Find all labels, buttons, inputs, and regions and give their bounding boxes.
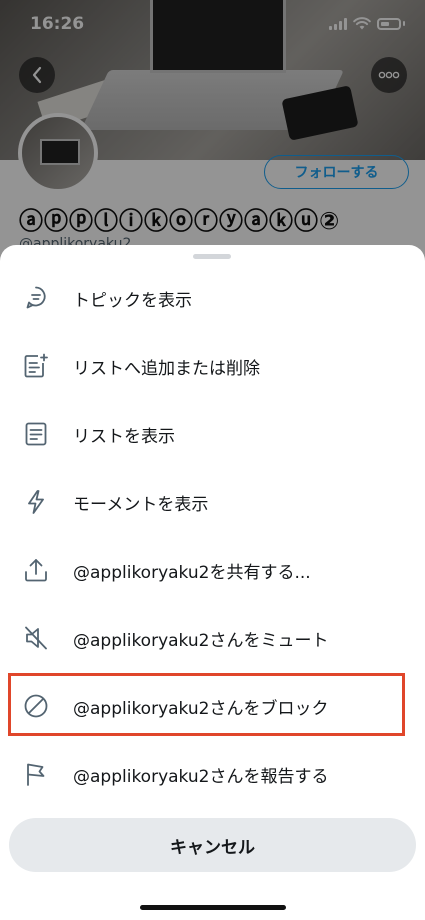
home-indicator[interactable] — [140, 905, 286, 910]
menu-item-label: リストを表示 — [73, 426, 175, 447]
menu-item-label: @applikoryaku2さんをミュート — [73, 630, 329, 651]
menu-item-view-topics[interactable]: トピックを表示 — [0, 264, 425, 332]
block-highlight-frame — [8, 673, 405, 736]
cancel-button[interactable]: キャンセル — [9, 818, 416, 872]
menu-item-mute-user[interactable]: @applikoryaku2さんをミュート — [0, 604, 425, 672]
mute-icon — [22, 624, 50, 652]
topic-icon — [22, 284, 50, 312]
menu-item-view-moments[interactable]: モーメントを表示 — [0, 468, 425, 536]
list-icon — [22, 420, 50, 448]
share-icon — [22, 556, 50, 584]
flag-icon — [22, 760, 50, 788]
list-add-icon — [22, 352, 50, 380]
menu-item-add-remove-list[interactable]: リストへ追加または削除 — [0, 332, 425, 400]
menu-item-label: モーメントを表示 — [73, 494, 209, 515]
menu-item-label: リストへ追加または削除 — [73, 358, 260, 379]
menu-item-view-lists[interactable]: リストを表示 — [0, 400, 425, 468]
menu-item-report-user[interactable]: @applikoryaku2さんを報告する — [0, 740, 425, 808]
lightning-icon — [22, 488, 50, 516]
sheet-grabber-handle[interactable] — [193, 254, 231, 259]
menu-item-label: トピックを表示 — [73, 290, 192, 311]
menu-item-label: @applikoryaku2さんを報告する — [73, 766, 329, 787]
action-sheet: トピックを表示 リストへ追加または削除 リストを表示 モーメントを表示 @app… — [0, 245, 425, 920]
menu-item-label: @applikoryaku2を共有する... — [73, 562, 311, 583]
menu-item-share-profile[interactable]: @applikoryaku2を共有する... — [0, 536, 425, 604]
